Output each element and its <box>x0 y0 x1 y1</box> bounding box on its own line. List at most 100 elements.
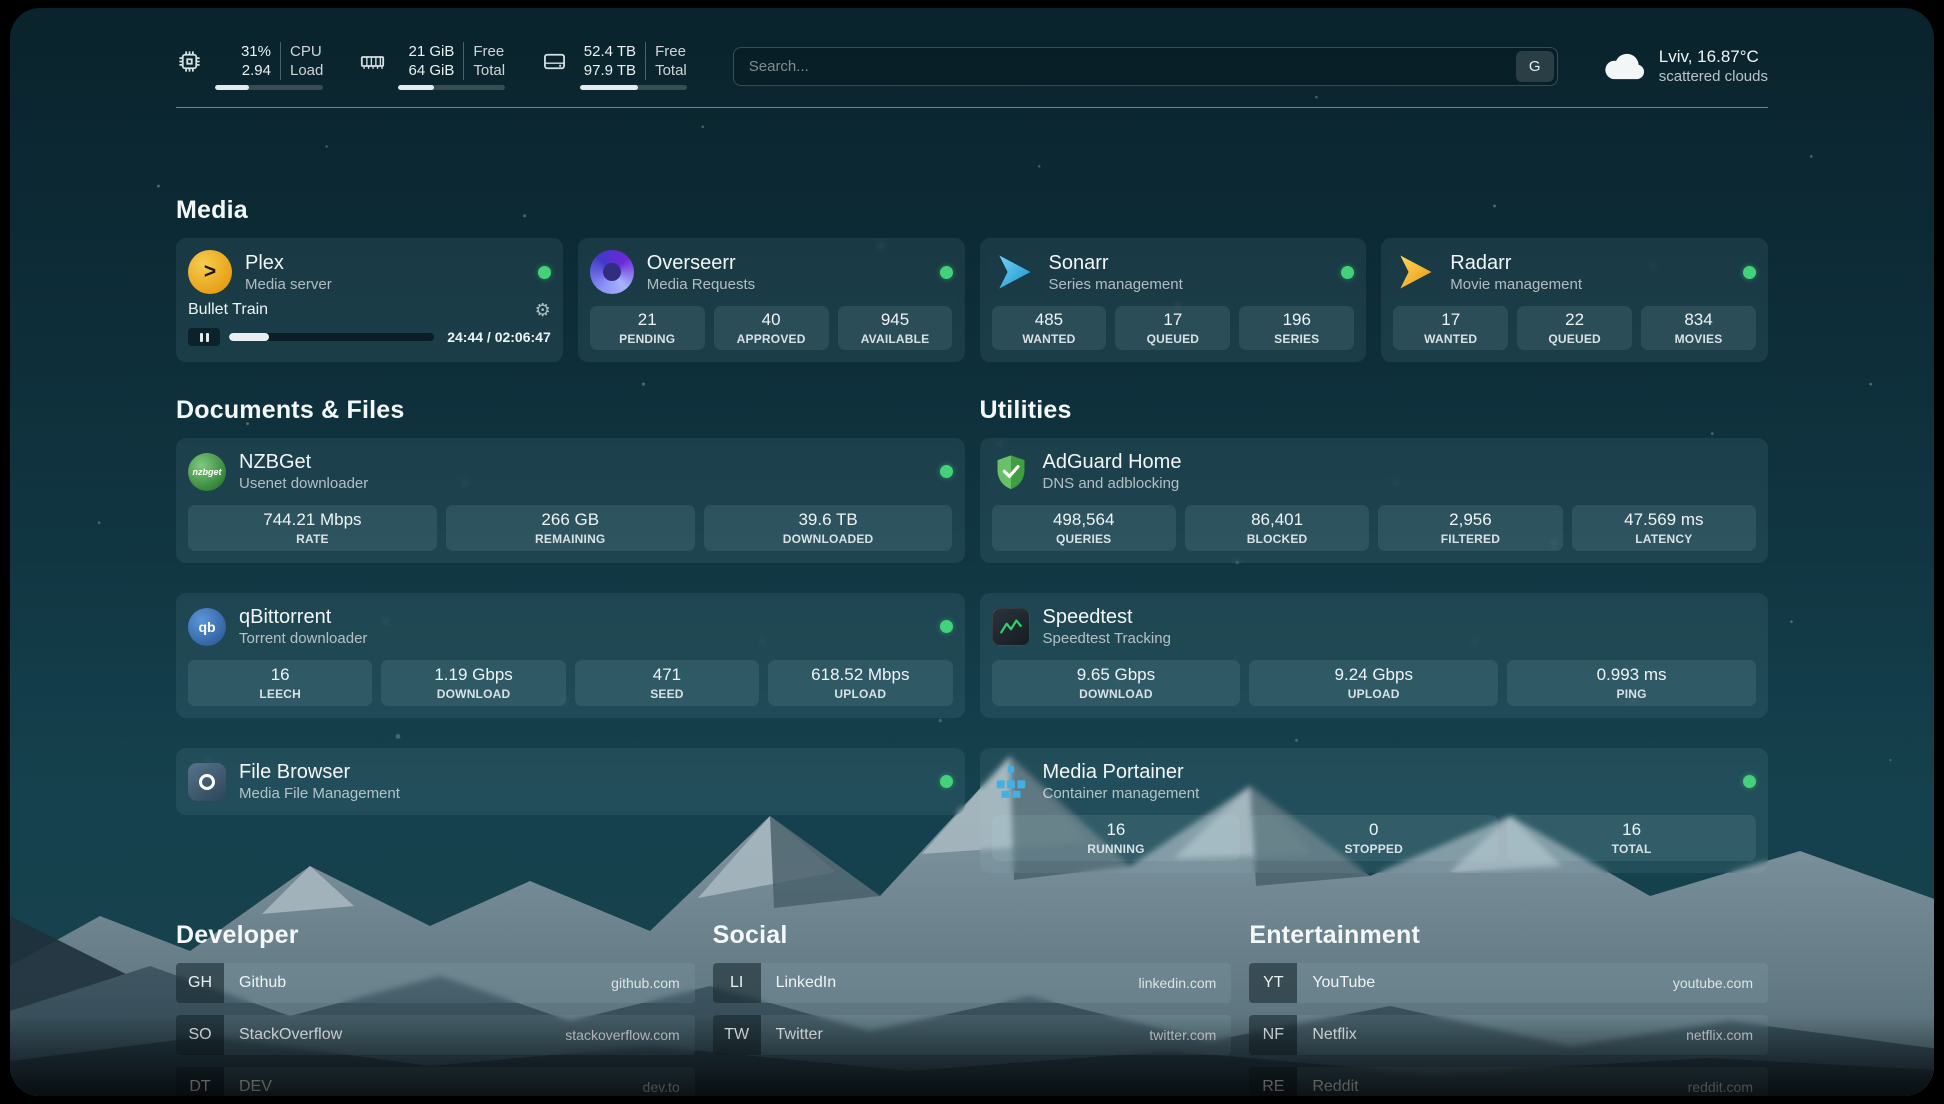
plex-progress-track[interactable] <box>229 333 434 341</box>
stat-rate: 744.21 MbpsRATE <box>188 505 437 551</box>
stat-value: 21 <box>638 310 657 330</box>
card-overseerr[interactable]: Overseerr Media Requests 21PENDING 40APP… <box>578 238 965 362</box>
stat-label: QUERIES <box>1056 532 1111 546</box>
bookmark-youtube[interactable]: YT YouTube youtube.com <box>1249 963 1768 1003</box>
stat-label: WANTED <box>1022 332 1075 346</box>
stat-value: 0 <box>1369 820 1378 840</box>
stat-queries: 498,564QUERIES <box>992 505 1176 551</box>
card-nzbget[interactable]: nzbget NZBGet Usenet downloader 744.21 M… <box>176 438 965 563</box>
service-desc: Container management <box>1043 784 1200 803</box>
bookmark-twitter[interactable]: TW Twitter twitter.com <box>713 1015 1232 1055</box>
stat-value: 22 <box>1565 310 1584 330</box>
stat-value: 834 <box>1684 310 1712 330</box>
resource-monitors: 31% 2.94 CPU Load <box>176 42 687 90</box>
stat-label: STOPPED <box>1344 842 1403 856</box>
bookmark-name: StackOverflow <box>239 1026 342 1044</box>
stat-upload: 9.24 Gbps UPLOAD <box>1249 660 1498 706</box>
bookmark-abbr: NF <box>1249 1015 1297 1055</box>
bookmark-github[interactable]: GH Github github.com <box>176 963 695 1003</box>
stat-ping: 0.993 msPING <box>1507 660 1756 706</box>
section-social: Social LI LinkedIn linkedin.com TW Twitt… <box>713 921 1232 1096</box>
section-title-documents: Documents & Files <box>176 396 965 425</box>
memory-total-label: Total <box>473 61 505 80</box>
bookmark-abbr: YT <box>1249 963 1297 1003</box>
disk-free-label: Free <box>655 42 687 61</box>
stat-value: 9.24 Gbps <box>1335 665 1413 685</box>
stat-wanted: 17WANTED <box>1393 306 1508 350</box>
card-speedtest[interactable]: Speedtest Speedtest Tracking 9.65 GbpsDO… <box>980 593 1769 718</box>
stat-label: DOWNLOAD <box>437 687 511 701</box>
stat-seed: 471SEED <box>575 660 759 706</box>
stat-upload: 618.52 MbpsUPLOAD <box>768 660 952 706</box>
stat-queued: 22QUEUED <box>1517 306 1632 350</box>
memory-progress-track <box>398 85 505 90</box>
card-sonarr[interactable]: Sonarr Series management 485WANTED 17QUE… <box>980 238 1367 362</box>
service-name: qBittorrent <box>239 605 367 629</box>
bookmark-name: Netflix <box>1312 1026 1356 1044</box>
cpu-progress-track <box>215 85 323 90</box>
bookmark-url: reddit.com <box>1688 1079 1753 1095</box>
bookmark-name: DEV <box>239 1078 272 1096</box>
stat-stopped: 0 STOPPED <box>1249 815 1498 861</box>
search-provider-button[interactable]: G <box>1516 51 1554 82</box>
stat-label: SEED <box>650 687 683 701</box>
stat-value: 17 <box>1163 310 1182 330</box>
stat-value: 47.569 ms <box>1624 510 1703 530</box>
stat-value: 16 <box>1106 820 1125 840</box>
stat-value: 1.19 Gbps <box>434 665 512 685</box>
card-adguard[interactable]: AdGuard Home DNS and adblocking 498,564Q… <box>980 438 1769 563</box>
bookmark-linkedin[interactable]: LI LinkedIn linkedin.com <box>713 963 1232 1003</box>
speedtest-icon <box>992 608 1030 646</box>
memory-free-label: Free <box>473 42 505 61</box>
stat-value: 0.993 ms <box>1597 665 1667 685</box>
stat-value: 945 <box>881 310 909 330</box>
bookmark-netflix[interactable]: NF Netflix netflix.com <box>1249 1015 1768 1055</box>
section-title-entertainment: Entertainment <box>1249 921 1768 950</box>
bookmark-name: Github <box>239 974 286 992</box>
stat-series: 196SERIES <box>1239 306 1354 350</box>
stat-label: TOTAL <box>1612 842 1652 856</box>
stat-label: RUNNING <box>1087 842 1144 856</box>
stat-value: 40 <box>762 310 781 330</box>
stat-value: 2,956 <box>1449 510 1492 530</box>
section-title-developer: Developer <box>176 921 695 950</box>
bookmark-abbr: RE <box>1249 1067 1297 1096</box>
service-name: Media Portainer <box>1043 760 1200 784</box>
card-qbittorrent[interactable]: qb qBittorrent Torrent downloader 16LEEC… <box>176 593 965 718</box>
card-filebrowser[interactable]: File Browser Media File Management <box>176 748 965 815</box>
bookmark-url: stackoverflow.com <box>565 1027 679 1043</box>
cpu-icon <box>176 48 203 75</box>
cloud-icon <box>1604 51 1646 81</box>
service-desc: Torrent downloader <box>239 629 367 648</box>
search-bar: G <box>733 47 1558 86</box>
cpu-percent: 31% <box>241 42 271 61</box>
stat-available: 945AVAILABLE <box>838 306 953 350</box>
bookmark-url: dev.to <box>643 1079 680 1095</box>
memory-total: 64 GiB <box>409 61 455 80</box>
status-dot <box>940 465 953 478</box>
section-title-social: Social <box>713 921 1232 950</box>
status-dot <box>1743 775 1756 788</box>
cpu-widget: 31% 2.94 CPU Load <box>176 42 323 90</box>
status-dot <box>940 775 953 788</box>
stat-label: APPROVED <box>737 332 806 346</box>
search-input[interactable] <box>733 47 1558 86</box>
card-plex[interactable]: > Plex Media server Bullet Train ⚙ <box>176 238 563 362</box>
section-entertainment: Entertainment YT YouTube youtube.com NF … <box>1249 921 1768 1096</box>
stat-label: UPLOAD <box>1348 687 1400 701</box>
bookmark-reddit[interactable]: RE Reddit reddit.com <box>1249 1067 1768 1096</box>
memory-progress-fill <box>398 85 433 90</box>
card-portainer[interactable]: Media Portainer Container management 16 R… <box>980 748 1769 873</box>
bookmark-dev[interactable]: DT DEV dev.to <box>176 1067 695 1096</box>
service-desc: Speedtest Tracking <box>1043 629 1171 648</box>
weather-condition: scattered clouds <box>1659 67 1768 86</box>
stat-value: 16 <box>1622 820 1641 840</box>
bookmark-stackoverflow[interactable]: SO StackOverflow stackoverflow.com <box>176 1015 695 1055</box>
stat-value: 618.52 Mbps <box>811 665 909 685</box>
stat-value: 266 GB <box>541 510 599 530</box>
pause-button[interactable] <box>188 328 220 346</box>
stat-value: 86,401 <box>1251 510 1303 530</box>
settings-gear-icon[interactable]: ⚙ <box>535 301 551 319</box>
stat-label: QUEUED <box>1147 332 1200 346</box>
card-radarr[interactable]: Radarr Movie management 17WANTED 22QUEUE… <box>1381 238 1768 362</box>
